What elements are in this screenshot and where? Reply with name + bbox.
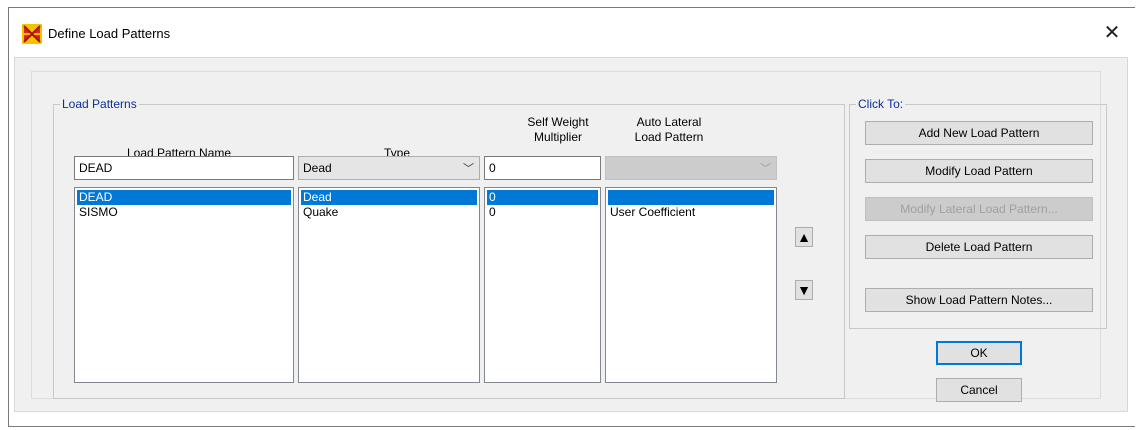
chevron-down-icon: ﹀: [760, 163, 771, 175]
arrow-down-icon: ▼: [797, 282, 811, 298]
dialog-client-area: Load Patterns Load Pattern Name Type Sel…: [14, 57, 1128, 412]
list-item[interactable]: Quake: [301, 205, 477, 220]
load-patterns-group-label: Load Patterns: [62, 97, 137, 111]
list-item[interactable]: Dead: [301, 190, 477, 205]
list-item[interactable]: 0: [487, 205, 598, 220]
arrow-up-icon: ▲: [797, 229, 811, 245]
header-auto-lateral-load-pattern: Auto Lateral Load Pattern: [634, 115, 704, 144]
ok-button[interactable]: OK: [936, 341, 1022, 365]
type-select-value: Dead: [303, 161, 332, 175]
modify-lateral-load-pattern-button: Modify Lateral Load Pattern...: [865, 197, 1093, 221]
define-load-patterns-window: Define Load Patterns ✕ Load Patterns Loa…: [8, 7, 1135, 427]
modify-load-pattern-button[interactable]: Modify Load Pattern: [865, 159, 1093, 183]
auto-lateral-select: ﹀: [605, 156, 777, 180]
sap-app-icon: [22, 24, 42, 44]
header-self-weight-multiplier: Self Weight Multiplier: [527, 115, 589, 144]
self-weight-multiplier-input[interactable]: 0: [484, 156, 601, 180]
list-item[interactable]: DEAD: [77, 190, 291, 205]
close-icon[interactable]: ✕: [1099, 20, 1125, 46]
auto-lateral-list[interactable]: User Coefficient: [605, 187, 777, 383]
load-pattern-name-input[interactable]: DEAD: [74, 156, 294, 180]
list-item[interactable]: SISMO: [77, 205, 291, 220]
title-bar: Define Load Patterns ✕: [9, 8, 1135, 57]
move-down-button[interactable]: ▼: [795, 280, 813, 300]
chevron-down-icon: ﹀: [463, 163, 474, 175]
window-title: Define Load Patterns: [48, 26, 171, 41]
self-weight-list[interactable]: 0 0: [484, 187, 601, 383]
inner-frame: Load Patterns Load Pattern Name Type Sel…: [31, 71, 1107, 402]
type-list[interactable]: Dead Quake: [298, 187, 480, 383]
cancel-button[interactable]: Cancel: [936, 378, 1022, 402]
list-item[interactable]: User Coefficient: [608, 205, 774, 220]
show-load-pattern-notes-button[interactable]: Show Load Pattern Notes...: [865, 288, 1093, 312]
add-new-load-pattern-button[interactable]: Add New Load Pattern: [865, 121, 1093, 145]
click-to-group-label: Click To:: [858, 97, 904, 111]
list-item[interactable]: 0: [487, 190, 598, 205]
delete-load-pattern-button[interactable]: Delete Load Pattern: [865, 235, 1093, 259]
type-select[interactable]: Dead ﹀: [298, 156, 480, 180]
list-item[interactable]: [608, 190, 774, 205]
load-pattern-name-list[interactable]: DEAD SISMO: [74, 187, 294, 383]
move-up-button[interactable]: ▲: [795, 227, 813, 247]
